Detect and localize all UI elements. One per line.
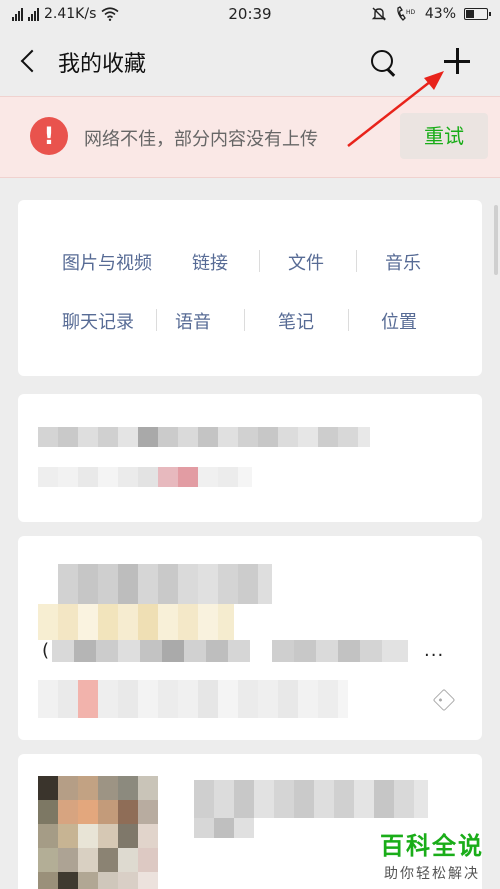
- blurred-text: [38, 467, 252, 487]
- battery-icon: [464, 8, 491, 20]
- category-chat-history[interactable]: 聊天记录: [62, 308, 134, 334]
- blurred-text: [38, 427, 370, 447]
- svg-text:HD: HD: [406, 9, 416, 16]
- scrollbar[interactable]: [494, 205, 498, 275]
- divider: [348, 309, 349, 331]
- blurred-text: [52, 640, 408, 662]
- status-right: HD 43%: [371, 0, 491, 28]
- divider: [356, 250, 357, 272]
- ellipsis-text: ...: [424, 640, 445, 661]
- blurred-text: [194, 818, 254, 838]
- category-images-videos[interactable]: 图片与视频: [62, 249, 152, 275]
- watermark-subtitle: 助你轻松解决: [384, 866, 480, 882]
- watermark-title: 百科全说: [380, 832, 484, 860]
- category-card: 图片与视频 链接 文件 音乐 聊天记录 语音 笔记 位置: [18, 200, 482, 376]
- watermark-logo: 百科全说 助你轻松解决: [364, 826, 500, 889]
- battery-percent: 43%: [424, 6, 456, 22]
- annotation-arrow: [347, 71, 444, 147]
- category-notes[interactable]: 笔记: [278, 308, 314, 334]
- blurred-thumbnail: [38, 776, 174, 889]
- category-location[interactable]: 位置: [381, 308, 417, 334]
- status-bar: 2.41K/s 20:39 HD 43%: [0, 0, 500, 28]
- blurred-text: [38, 604, 234, 640]
- bell-muted-icon: [371, 7, 387, 21]
- blurred-text: [38, 680, 348, 718]
- blurred-text: [194, 780, 428, 818]
- call-hd-icon: HD: [397, 6, 416, 21]
- category-files[interactable]: 文件: [288, 249, 324, 275]
- back-icon[interactable]: [14, 44, 46, 80]
- divider: [259, 250, 260, 272]
- category-music[interactable]: 音乐: [385, 249, 421, 275]
- divider: [244, 309, 245, 331]
- warning-icon: !: [30, 117, 68, 155]
- favorite-item[interactable]: [18, 394, 482, 522]
- blurred-text: [58, 564, 272, 604]
- paren-text: (: [42, 640, 51, 661]
- divider: [156, 309, 157, 331]
- tag-icon[interactable]: [432, 688, 456, 712]
- page-title: 我的收藏: [58, 52, 147, 77]
- warning-message: 网络不佳，部分内容没有上传: [84, 129, 318, 150]
- category-links[interactable]: 链接: [192, 249, 228, 275]
- category-voice[interactable]: 语音: [175, 308, 211, 334]
- favorite-item[interactable]: ( ...: [18, 536, 482, 740]
